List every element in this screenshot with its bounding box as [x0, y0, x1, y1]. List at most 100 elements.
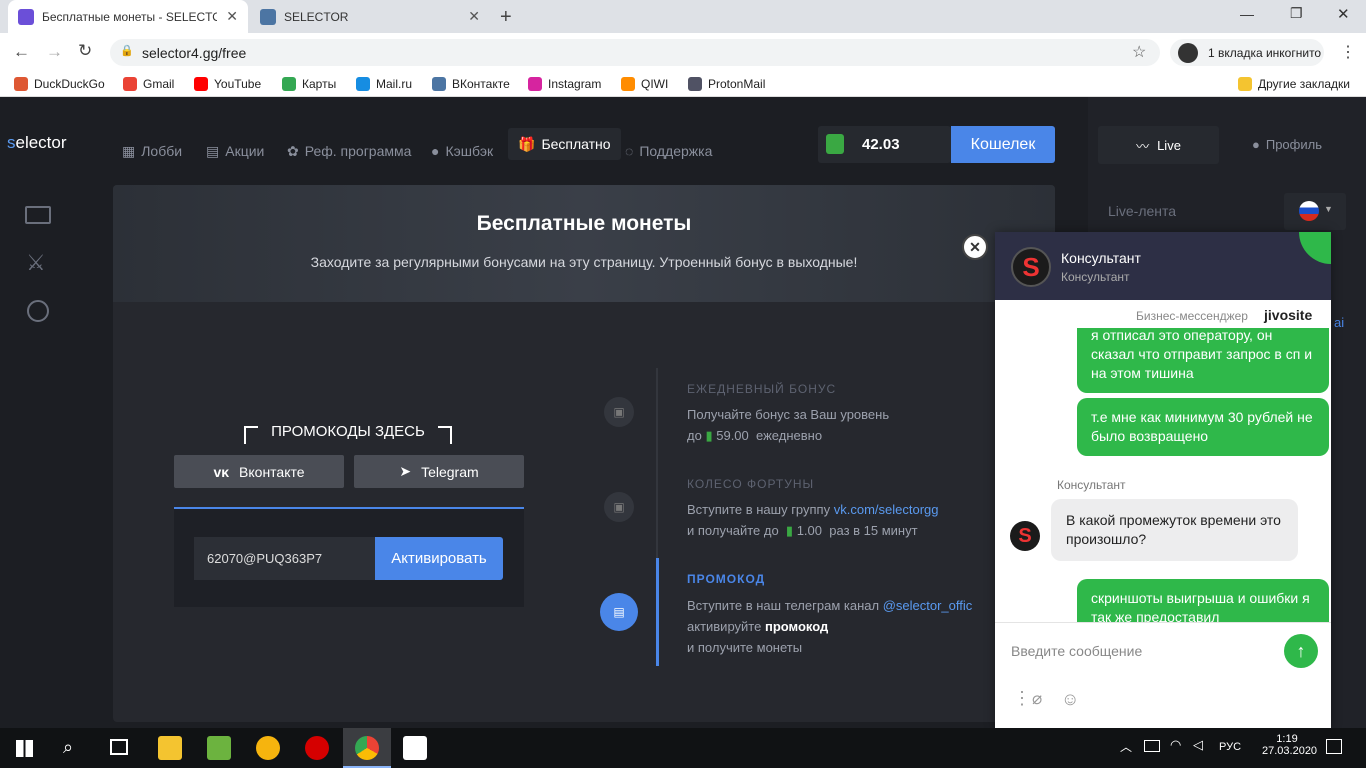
task-view-icon[interactable]: [110, 739, 128, 755]
torrent-icon[interactable]: [256, 736, 280, 760]
step-bold: промокод: [764, 619, 829, 634]
close-chat-icon[interactable]: ✕: [962, 234, 988, 260]
menu-dots-icon[interactable]: ⋮: [1340, 42, 1356, 62]
page-title: Бесплатные монеты: [476, 212, 692, 235]
site-logo[interactable]: selector: [7, 133, 67, 153]
minimize-icon[interactable]: —: [1240, 6, 1254, 22]
step-line: Получайте бонус за Ваш уровень: [687, 407, 890, 422]
clock[interactable]: 1:19 27.03.2020: [1262, 733, 1318, 757]
nav-cashback[interactable]: ● Кэшбэк: [431, 135, 493, 167]
nav-label: Бесплатно: [541, 136, 611, 152]
nav-lobby[interactable]: ▦ Лобби: [122, 135, 182, 167]
tray-chevron-icon[interactable]: ︿: [1120, 738, 1132, 755]
close-tab-icon[interactable]: ✕: [226, 8, 238, 25]
logo-rest: elector: [15, 133, 67, 152]
hero-banner: [113, 185, 1055, 302]
bookmark-gmail[interactable]: Gmail: [123, 77, 174, 91]
step-text-pre: Вступите в наш телеграм канал: [687, 598, 880, 613]
crossed-swords-icon[interactable]: ⚔: [26, 250, 46, 276]
search-icon[interactable]: ⌕: [63, 737, 73, 758]
bookmark-maps[interactable]: Карты: [282, 77, 336, 91]
notifications-icon[interactable]: [1326, 739, 1342, 754]
close-tab-icon[interactable]: ✕: [468, 8, 480, 25]
user-message: т.е мне как минимум 30 рублей не было во…: [1077, 398, 1329, 456]
step-text-pre: до: [687, 428, 702, 443]
jivosite-logo: jivosite: [1264, 307, 1313, 323]
battery-icon[interactable]: [1144, 740, 1160, 752]
bookmark-youtube[interactable]: YouTube: [194, 77, 261, 91]
bookmark-instagram[interactable]: Instagram: [528, 77, 601, 91]
chat-message-input[interactable]: Введите сообщение: [1011, 643, 1142, 659]
telegram-channel-link[interactable]: @selector_offic: [883, 598, 973, 613]
incognito-indicator[interactable]: 1 вкладка инкогнито: [1170, 39, 1324, 66]
nav-support[interactable]: ◌ Поддержка: [625, 135, 712, 167]
slots-icon[interactable]: [25, 206, 51, 224]
windows-start-icon[interactable]: [16, 740, 33, 757]
vk-button[interactable]: ᴠᴋ Вконтакте: [174, 455, 344, 488]
activate-button[interactable]: Активировать: [375, 537, 503, 580]
promo-code-input[interactable]: 62070@PUQ363P7: [194, 537, 375, 580]
vk-favicon-icon: [260, 8, 276, 25]
nav-promotions[interactable]: ▤ Акции: [206, 135, 264, 167]
more-options-icon[interactable]: ⋮: [1013, 688, 1031, 709]
wallet-button[interactable]: Кошелек: [951, 126, 1055, 163]
close-window-icon[interactable]: ✕: [1337, 5, 1350, 23]
headset-icon: ◌: [625, 143, 634, 159]
bookmark-label: Instagram: [548, 77, 602, 91]
nav-label: Акции: [225, 143, 265, 159]
live-feed-label: Live-лента: [1108, 203, 1177, 219]
clock-time: 1:19: [1276, 733, 1298, 745]
qiwi-icon: [621, 77, 635, 91]
step-text: Вступите в наш телеграм канал @selector_…: [687, 595, 995, 658]
back-icon[interactable]: ←: [13, 42, 30, 62]
vk-group-link[interactable]: vk.com/selectorgg: [834, 502, 939, 517]
online-indicator: [1299, 232, 1331, 264]
step-title: ЕЖЕДНЕВНЫЙ БОНУС: [687, 382, 837, 396]
bookmark-duckduckgo[interactable]: DuckDuckGo: [14, 77, 105, 91]
balance-value: 42.03: [862, 136, 900, 153]
wifi-icon[interactable]: ◠: [1170, 737, 1181, 753]
clock-date: 27.03.2020: [1262, 745, 1318, 757]
step-line: до ▮ 59.00 ежедневно: [687, 425, 987, 446]
nav-referral[interactable]: ✿ Реф. программа: [287, 135, 411, 167]
bookmark-star-icon[interactable]: ☆: [1132, 42, 1146, 62]
profile-tab[interactable]: ● Профиль: [1252, 137, 1322, 152]
gmail-icon: [123, 77, 137, 91]
tab-title: SELECTOR: [284, 9, 349, 24]
step-title: КОЛЕСО ФОРТУНЫ: [687, 477, 815, 491]
language-indicator[interactable]: РУС: [1219, 741, 1241, 753]
new-tab-icon[interactable]: +: [500, 6, 512, 29]
reload-icon[interactable]: ↻: [78, 41, 92, 61]
chrome-taskbar-item[interactable]: [343, 728, 391, 768]
lobby-icon: ▦: [122, 142, 136, 159]
nav-label: Реф. программа: [304, 143, 412, 159]
bookmark-qiwi[interactable]: QIWI: [621, 77, 668, 91]
attach-icon[interactable]: ⌀: [1032, 689, 1042, 709]
file-explorer-icon[interactable]: [158, 736, 182, 760]
headset-icon[interactable]: [27, 300, 49, 322]
live-tab[interactable]: 〰 Live: [1098, 126, 1219, 164]
volume-icon[interactable]: ◁: [1193, 737, 1203, 753]
notepad-icon[interactable]: [207, 736, 231, 760]
photos-icon[interactable]: [403, 736, 427, 760]
tab-inactive[interactable]: SELECTOR ✕: [250, 0, 490, 33]
url-bar[interactable]: 🔒 selector4.gg/free ☆: [110, 39, 1160, 66]
other-bookmarks[interactable]: Другие закладки: [1238, 77, 1350, 91]
bookmark-protonmail[interactable]: ProtonMail: [688, 77, 765, 91]
bookmark-vkontakte[interactable]: ВКонтакте: [432, 77, 510, 91]
opera-icon[interactable]: [305, 736, 329, 760]
send-icon[interactable]: ↑: [1284, 634, 1318, 668]
tab-active[interactable]: Бесплатные монеты - SELECTOR ✕: [8, 0, 248, 33]
language-select[interactable]: ▼: [1284, 193, 1346, 230]
emoji-icon[interactable]: ☺: [1061, 689, 1079, 710]
maximize-icon[interactable]: ❐: [1290, 5, 1303, 22]
user-message: я отписал это оператору, он сказал что о…: [1077, 328, 1329, 393]
bookmark-mailru[interactable]: Mail.ru: [356, 77, 412, 91]
forward-icon[interactable]: →: [46, 42, 63, 62]
user-message: скриншоты выигрыша и ошибки я так же пре…: [1077, 579, 1329, 622]
nav-free[interactable]: 🎁 Бесплатно: [508, 128, 621, 160]
step-line: и получайте до ▮ 1.00 раз в 15 минут: [687, 520, 987, 541]
protonmail-icon: [688, 77, 702, 91]
russia-flag-icon: [1299, 201, 1319, 221]
telegram-button[interactable]: ➤ Telegram: [354, 455, 524, 488]
